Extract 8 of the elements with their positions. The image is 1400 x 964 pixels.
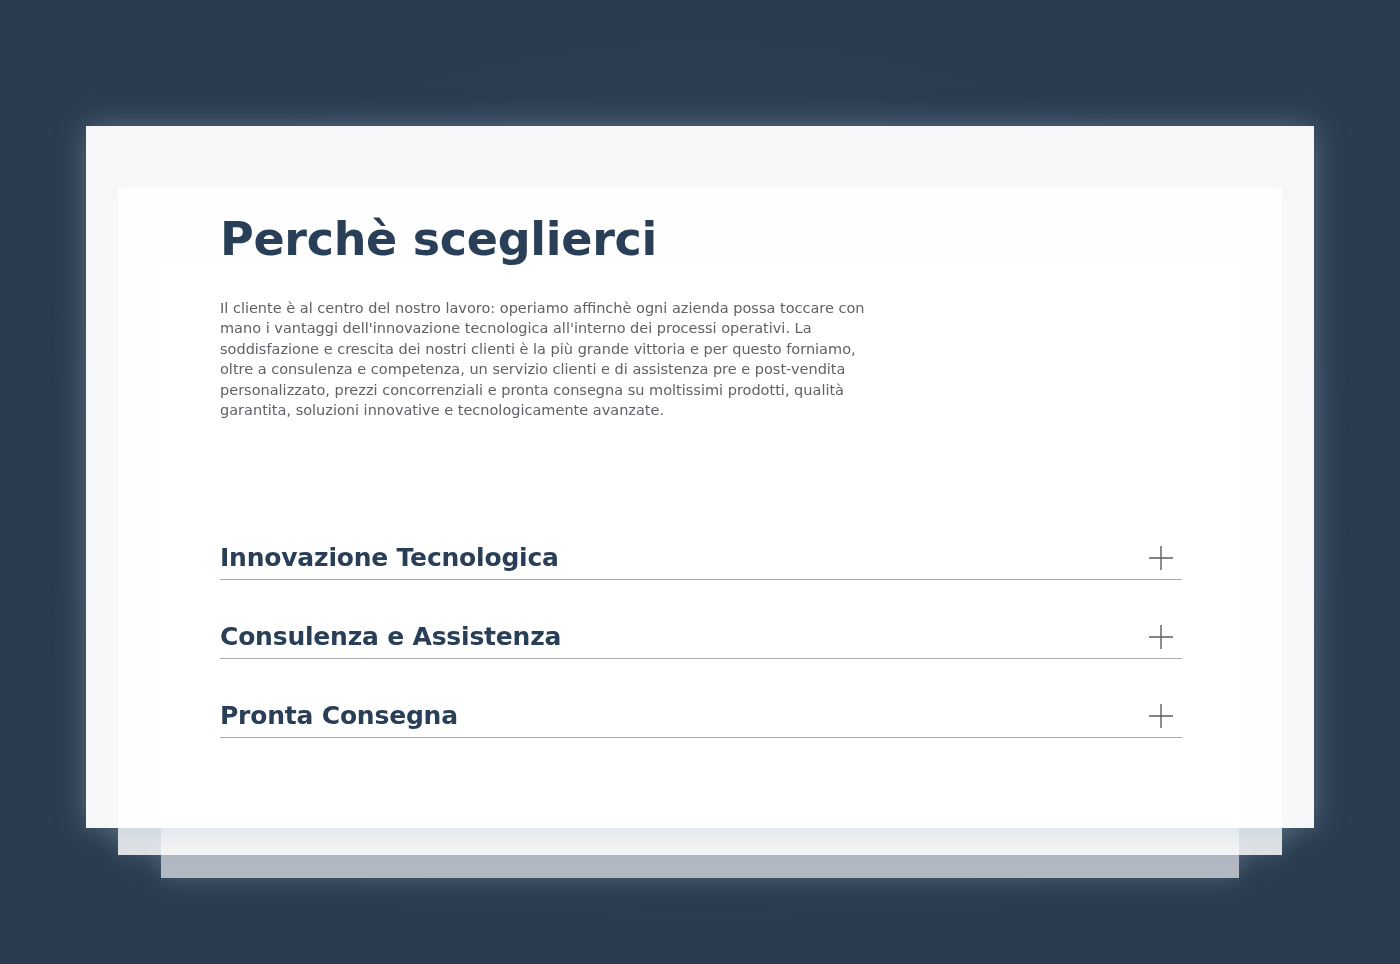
section-description: Il cliente è al centro del nostro lavoro: operiamo affinchè ogni azienda possa toccare con mano i vantaggi dell'innovazione tecnologica all'interno dei processi operativi. La soddisfazione e crescita dei nostri clienti è la più grande vittoria e per questo forniamo, oltre a consulenza e competenza, un servizio clienti e di assistenza pre e post-vendita personalizzato, prezzi concorrenziali e pronta consegna su moltissimi prodotti, qualità garantita, soluzioni innovative e tecnologicamente avanzate.	[220, 299, 866, 421]
plus-icon[interactable]	[1149, 625, 1173, 650]
section-title: Perchè sceglierci	[220, 214, 657, 264]
accordion-header[interactable]: Consulenza e Assistenza	[220, 621, 562, 654]
plus-icon[interactable]	[1149, 704, 1173, 729]
plus-icon[interactable]	[1149, 546, 1173, 571]
accordion-header[interactable]: Pronta Consegna	[220, 700, 458, 733]
accordion-header[interactable]: Innovazione Tecnologica	[220, 542, 559, 575]
